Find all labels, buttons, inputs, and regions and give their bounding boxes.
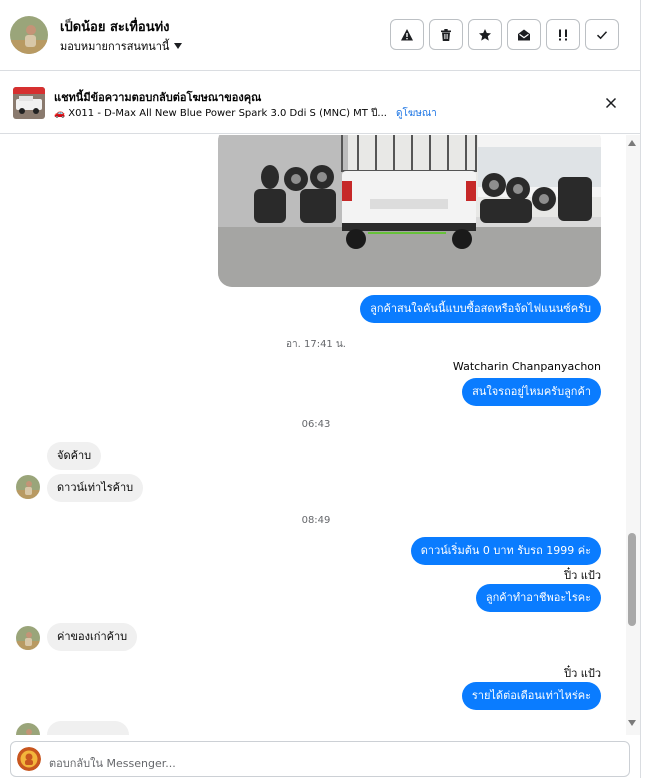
sender-name: ปิ๋ว แป้ว — [564, 569, 601, 582]
header-actions — [390, 19, 619, 50]
contact-name[interactable]: เป็ดน้อย สะเทื่อนท่ง — [60, 16, 170, 37]
incoming-message[interactable]: จัดค้าบ — [47, 442, 102, 470]
shared-car-photo[interactable] — [218, 135, 601, 287]
mark-unread-button[interactable] — [507, 19, 541, 50]
panel-border — [640, 0, 641, 778]
contact-avatar[interactable] — [10, 16, 48, 54]
outgoing-message[interactable]: สนใจรถอยู่ไหมครับลูกค้า — [462, 378, 601, 406]
star-button[interactable] — [468, 19, 502, 50]
scrollbar-track[interactable] — [626, 135, 640, 735]
outgoing-message[interactable]: ลูกค้าสนใจคันนี้แบบซื้อสดหรือจัดไฟแนนซ์ค… — [360, 295, 601, 323]
assign-conversation-dropdown[interactable]: มอบหมายการสนทนานี้ — [60, 37, 183, 55]
contact-avatar-small[interactable] — [16, 626, 40, 650]
report-button[interactable] — [390, 19, 424, 50]
outgoing-message[interactable]: ลูกค้าทำอาชีพอะไรคะ — [475, 584, 601, 612]
follow-up-button[interactable] — [546, 19, 580, 50]
trash-icon — [441, 28, 451, 41]
sender-name: Watcharin Chanpanyachon — [452, 360, 601, 373]
reply-composer: ตอบกลับใน Messenger... — [0, 735, 640, 778]
close-icon[interactable] — [603, 95, 619, 111]
sender-name: ปิ๋ว แป้ว — [564, 667, 601, 680]
incoming-message-partial[interactable] — [47, 721, 129, 735]
ad-banner-title: แชทนี้มีข้อความตอบกลับต่อโฆษณาของคุณ — [54, 91, 262, 104]
timestamp: อา. 17:41 น. — [286, 339, 346, 350]
timestamp: 08:49 — [301, 515, 331, 526]
contact-avatar-small[interactable] — [16, 723, 40, 735]
car-icon: 🚗 — [54, 108, 66, 119]
ad-thumbnail[interactable] — [13, 87, 45, 119]
incoming-message[interactable]: ดาวน์เท่าไรค้าบ — [47, 474, 144, 502]
envelope-open-icon — [518, 29, 530, 40]
outgoing-message[interactable]: ดาวน์เริ่มต้น 0 บาท รับรถ 1999 ค่ะ — [410, 537, 601, 565]
outgoing-message[interactable]: รายได้ต่อเดือนเท่าไหร่คะ — [461, 682, 601, 710]
ad-name: X011 - D-Max All New Blue Power Spark 3.… — [68, 108, 387, 119]
scroll-down-arrow-icon[interactable] — [628, 720, 636, 726]
check-icon — [596, 30, 608, 39]
caret-down-icon — [174, 43, 183, 49]
ad-reply-banner: แชทนี้มีข้อความตอบกลับต่อโฆษณาของคุณ 🚗 X… — [0, 71, 640, 134]
mark-done-button[interactable] — [585, 19, 619, 50]
star-icon — [479, 28, 491, 41]
timestamp: 06:43 — [301, 419, 331, 430]
conversation-header: เป็ดน้อย สะเทื่อนท่ง มอบหมายการสนทนานี้ — [0, 0, 640, 71]
delete-button[interactable] — [429, 19, 463, 50]
incoming-message[interactable]: ค่าของเก่าค้าบ — [47, 623, 138, 651]
page-avatar — [17, 747, 41, 771]
message-thread[interactable]: ลูกค้าสนใจคันนี้แบบซื้อสดหรือจัดไฟแนนซ์ค… — [0, 135, 625, 735]
scrollbar-thumb[interactable] — [628, 533, 636, 626]
ad-details: 🚗 X011 - D-Max All New Blue Power Spark … — [54, 106, 437, 121]
view-ad-link[interactable]: ดูโฆษณา — [396, 106, 437, 121]
scroll-up-arrow-icon[interactable] — [628, 140, 636, 146]
follow-up-icon — [559, 29, 567, 40]
contact-avatar-small[interactable] — [16, 475, 40, 499]
assign-label: มอบหมายการสนทนานี้ — [60, 40, 170, 53]
reply-placeholder: ตอบกลับใน Messenger... — [49, 757, 176, 770]
report-icon — [401, 28, 413, 40]
